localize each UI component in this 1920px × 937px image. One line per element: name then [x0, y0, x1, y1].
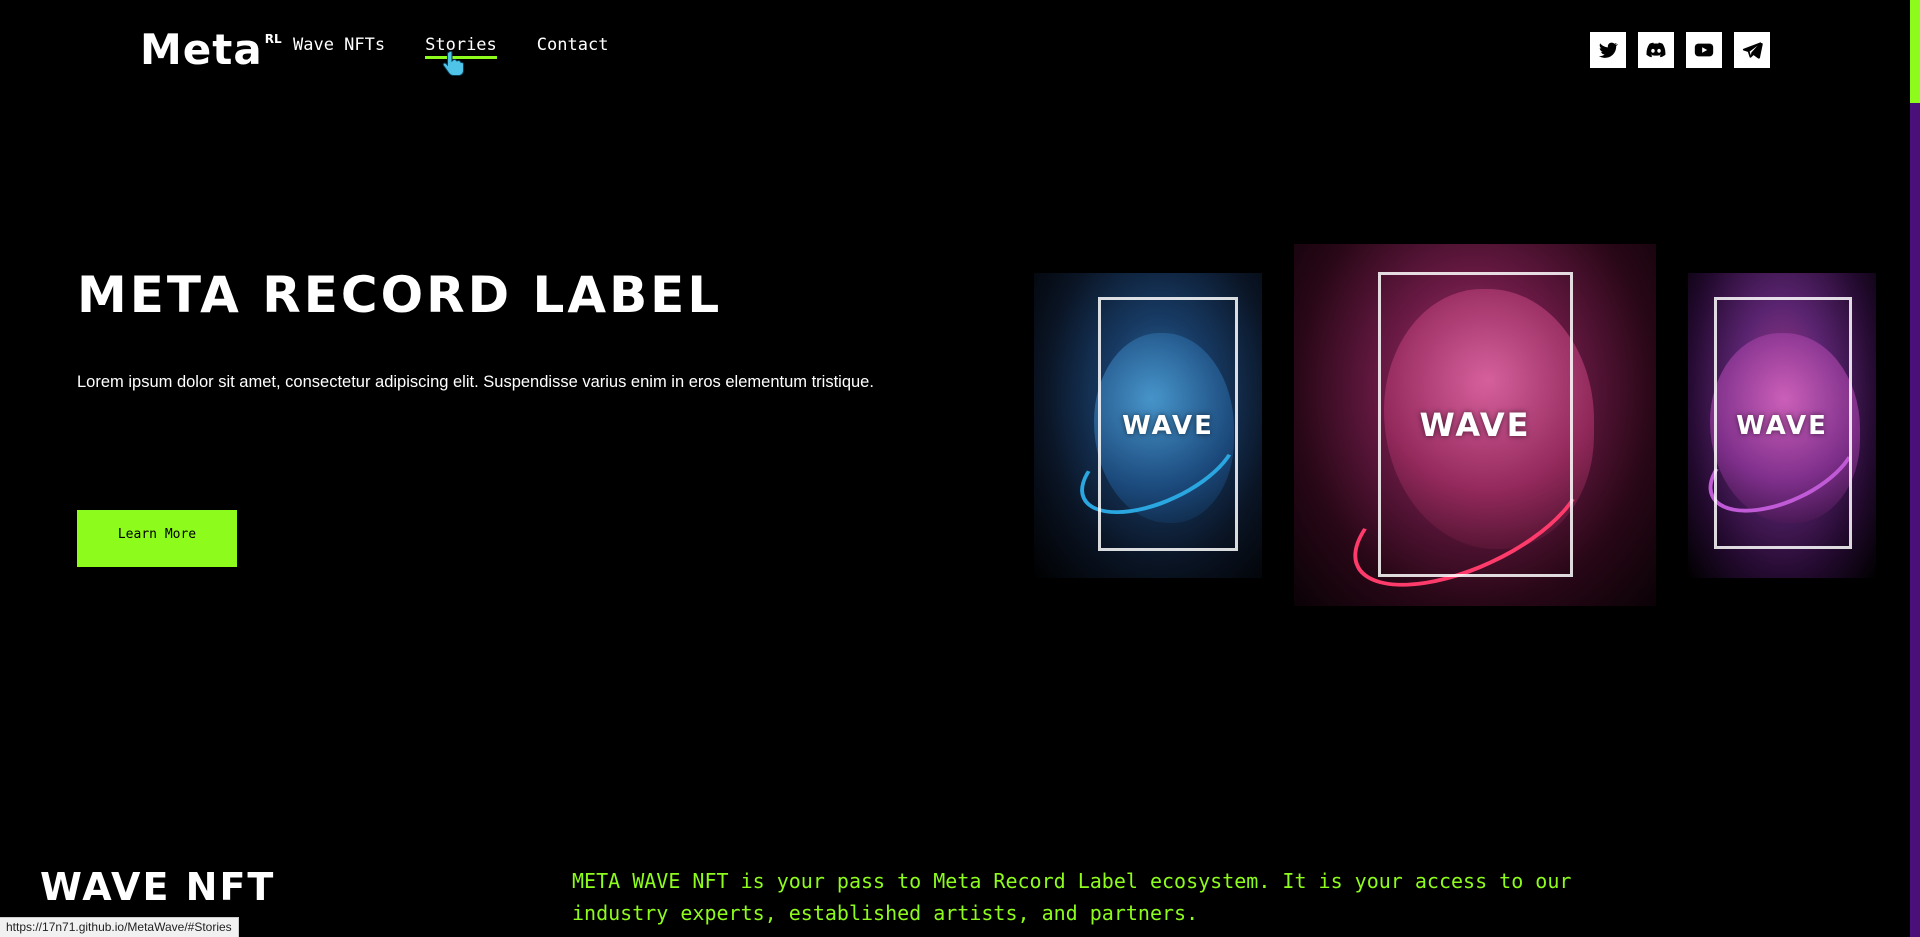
social-links	[1590, 32, 1770, 68]
nft-card-blue[interactable]: WAVE	[1034, 273, 1262, 578]
nft-card-purple[interactable]: WAVE	[1688, 273, 1876, 578]
hero-title: META RECORD LABEL	[77, 266, 723, 324]
scrollbar-track[interactable]	[1910, 0, 1920, 937]
section-description: META WAVE NFT is your pass to Meta Recor…	[572, 869, 1572, 925]
hero-subtitle: Lorem ipsum dolor sit amet, consectetur …	[77, 373, 874, 391]
twitter-icon[interactable]	[1590, 32, 1626, 68]
logo[interactable]: Meta RL	[140, 26, 282, 74]
logo-superscript: RL	[264, 32, 282, 46]
card-title: WAVE	[1122, 410, 1214, 441]
nav-link-contact[interactable]: Contact	[537, 34, 609, 56]
youtube-icon[interactable]	[1686, 32, 1722, 68]
card-title: WAVE	[1419, 406, 1531, 444]
nav-link-wave-nfts[interactable]: Wave NFTs	[293, 34, 385, 56]
discord-icon[interactable]	[1638, 32, 1674, 68]
section-title: WAVE NFT	[40, 865, 276, 909]
learn-more-button[interactable]: Learn More	[77, 510, 237, 567]
hand-cursor-icon	[442, 50, 464, 76]
card-title: WAVE	[1736, 410, 1828, 441]
status-bar-url: https://17n71.github.io/MetaWave/#Storie…	[0, 917, 239, 937]
logo-text: Meta	[140, 25, 263, 74]
telegram-icon[interactable]	[1734, 32, 1770, 68]
scrollbar-thumb[interactable]	[1910, 0, 1920, 103]
nft-card-red[interactable]: WAVE	[1294, 244, 1656, 606]
